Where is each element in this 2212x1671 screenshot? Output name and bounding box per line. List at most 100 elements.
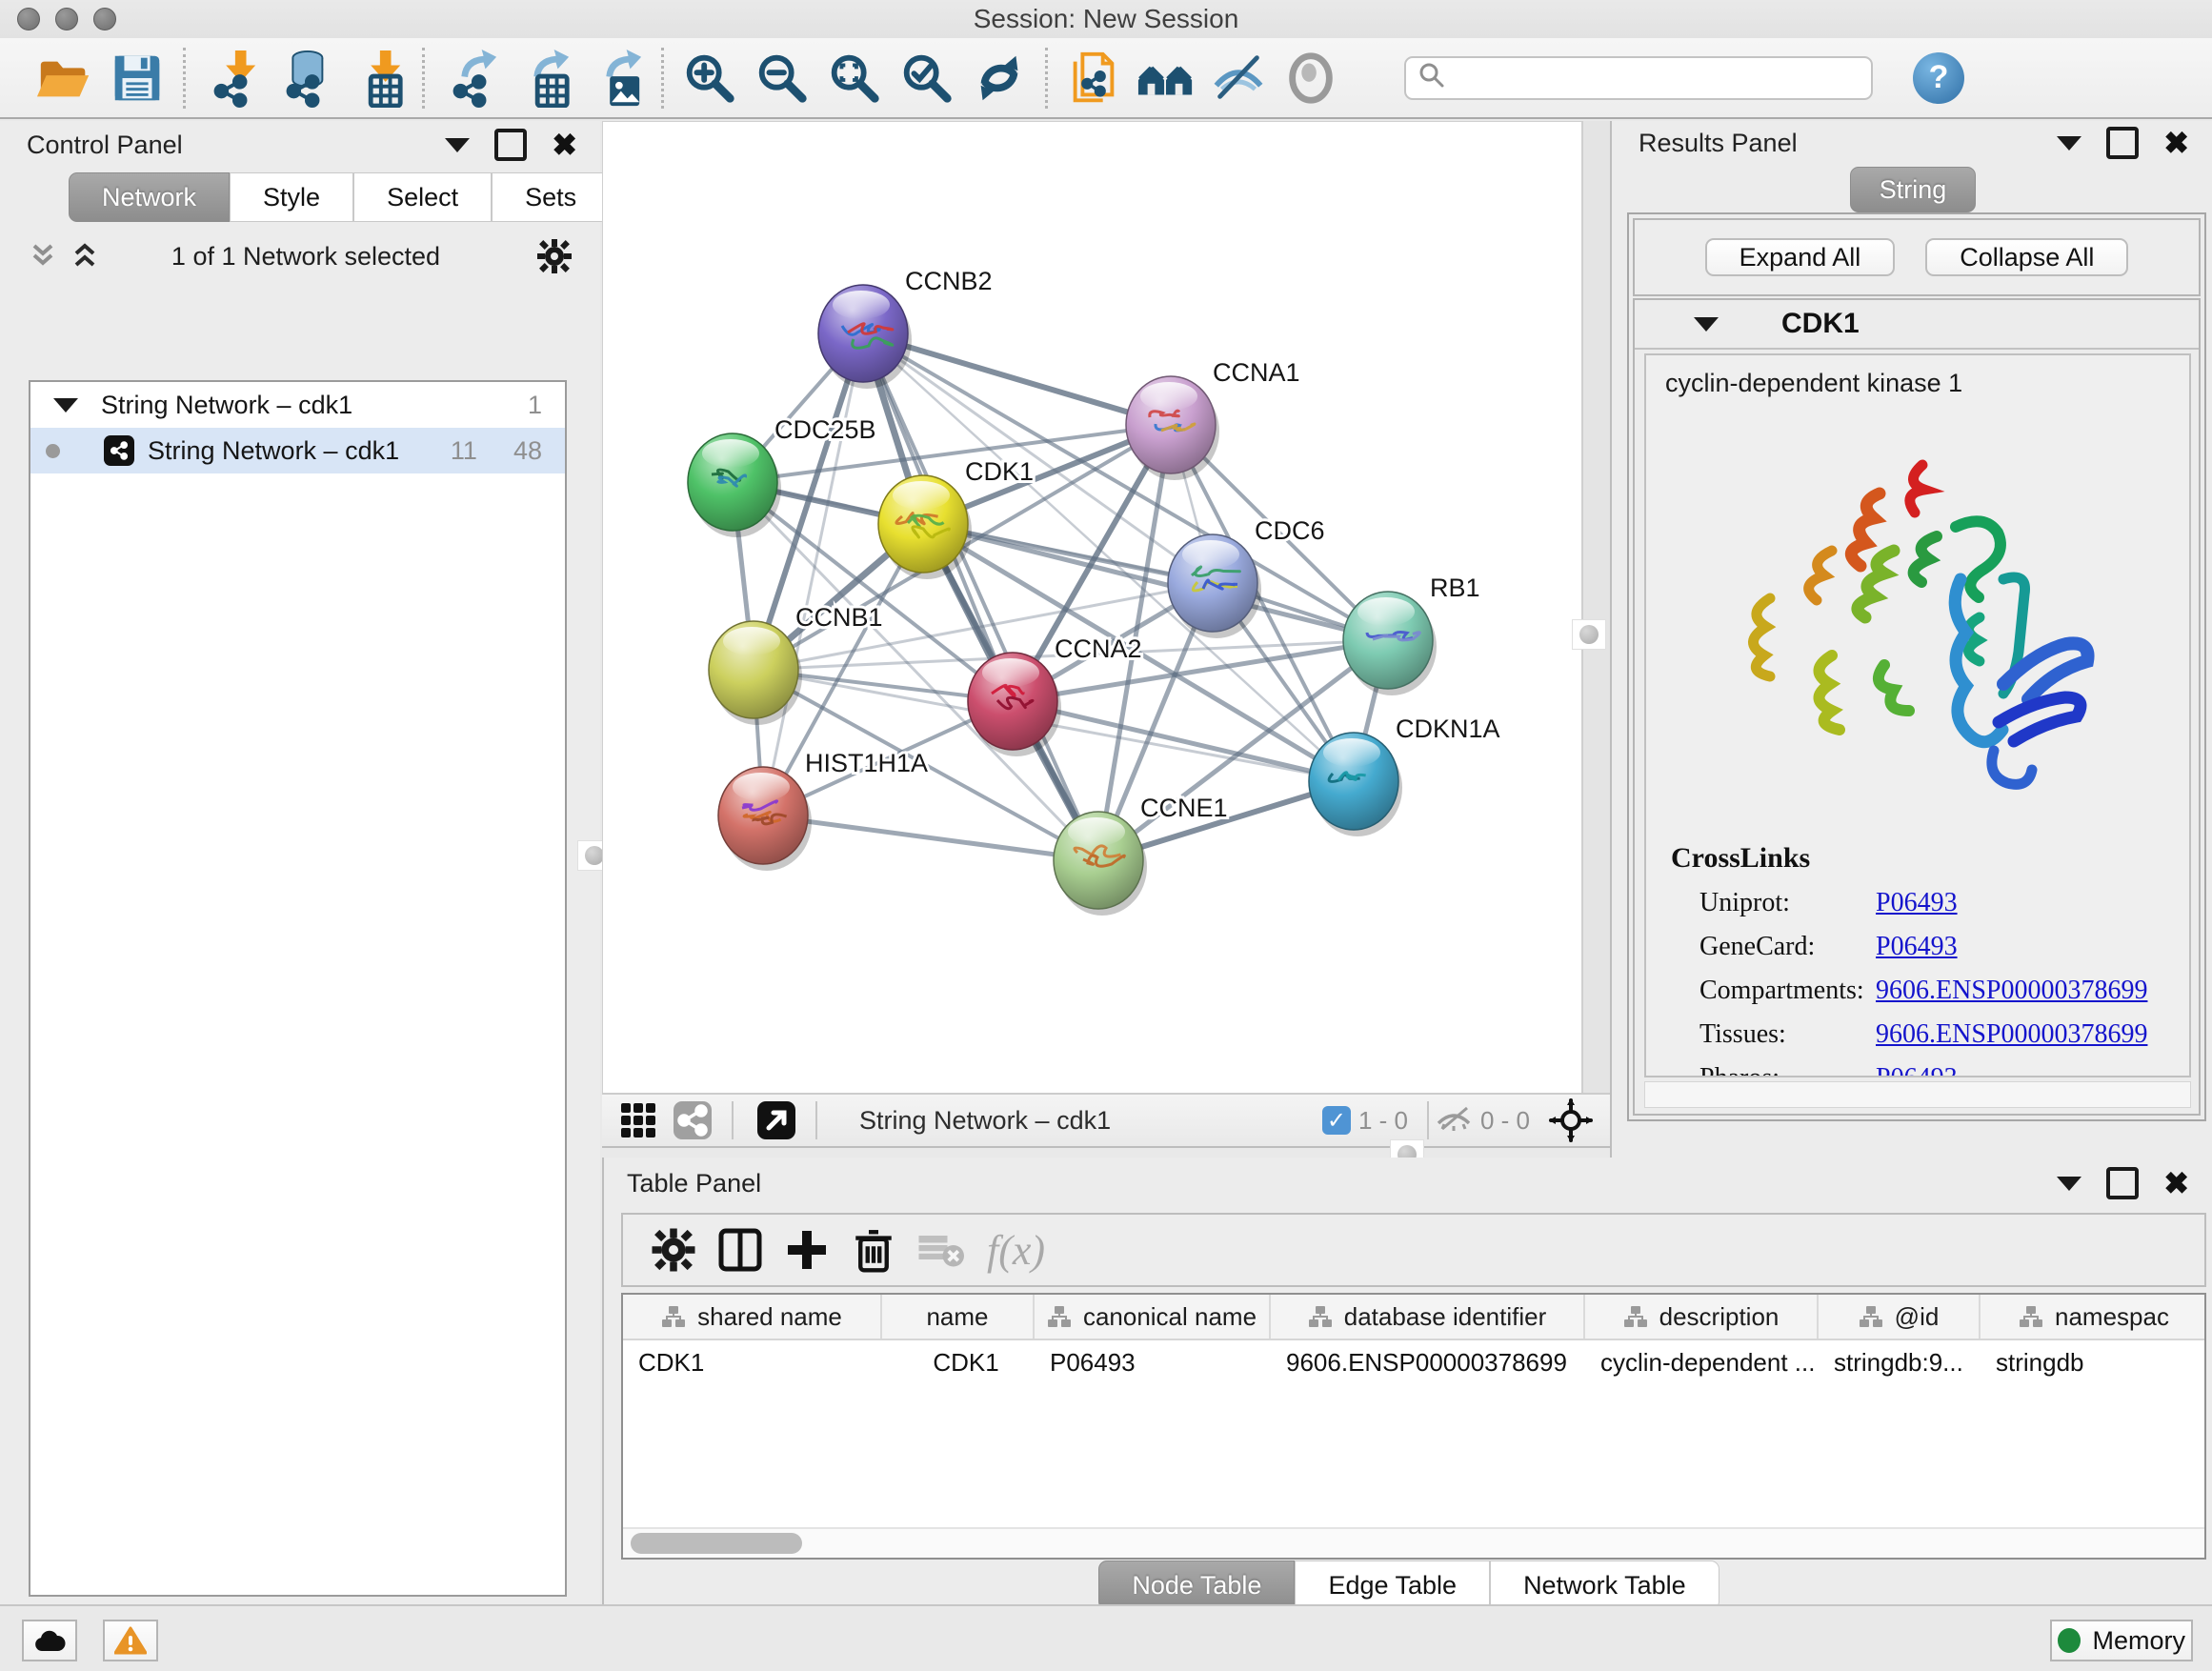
panel-float-button[interactable] xyxy=(2106,127,2139,159)
tab-style[interactable]: Style xyxy=(230,172,353,222)
zoom-in-button[interactable] xyxy=(674,44,746,112)
tab-edge-table[interactable]: Edge Table xyxy=(1295,1560,1490,1610)
node-table[interactable]: shared namenamecanonical namedatabase id… xyxy=(621,1293,2206,1560)
crosslink-link[interactable]: 9606.ENSP00000378699 xyxy=(1876,976,2147,1006)
show-graphics-details-button[interactable] xyxy=(1275,44,1347,112)
scrollbar-thumb[interactable] xyxy=(631,1533,802,1554)
selected-checkbox[interactable]: ✓ xyxy=(1322,1106,1351,1135)
export-table-button[interactable] xyxy=(507,44,579,112)
import-table-button[interactable] xyxy=(340,44,412,112)
delete-table-button[interactable] xyxy=(907,1219,974,1280)
double-chevron-up-icon xyxy=(69,240,101,272)
apply-layout-button[interactable] xyxy=(963,44,1036,112)
help-button[interactable]: ? xyxy=(1913,52,1964,104)
network-canvas[interactable]: CCNB2 CCNA1 CDC25B CDK1 CDC6 RB1 CCNB1 xyxy=(602,121,1583,1095)
import-network-database-button[interactable] xyxy=(268,44,340,112)
table-options-gear-button[interactable] xyxy=(640,1219,707,1280)
close-icon: ✖ xyxy=(2163,128,2189,158)
show-columns-button[interactable] xyxy=(707,1219,774,1280)
export-network-button[interactable] xyxy=(434,44,507,112)
panel-close-button[interactable]: ✖ xyxy=(552,130,577,160)
panel-menu-button[interactable] xyxy=(2057,1177,2081,1191)
expand-all-networks-button[interactable] xyxy=(69,240,101,272)
detach-view-button[interactable] xyxy=(756,1100,796,1140)
crosslink-link[interactable]: 9606.ENSP00000378699 xyxy=(1876,1019,2147,1050)
save-session-button[interactable] xyxy=(101,44,173,112)
cloud-status-button[interactable] xyxy=(22,1620,77,1661)
node-label-CCNA1: CCNA1 xyxy=(1213,358,1300,387)
tab-network-table[interactable]: Network Table xyxy=(1490,1560,1719,1610)
node-label-CCNA2: CCNA2 xyxy=(1055,634,1142,663)
main-toolbar: ? xyxy=(0,38,2212,119)
import-network-file-button[interactable] xyxy=(195,44,268,112)
network-node-CCNB2[interactable] xyxy=(818,285,912,389)
create-column-button[interactable] xyxy=(774,1219,840,1280)
node-label-CCNE1: CCNE1 xyxy=(1140,794,1228,822)
hidden-eye-icon[interactable] xyxy=(1435,1102,1473,1139)
column-header-name[interactable]: name xyxy=(882,1295,1035,1339)
warnings-button[interactable] xyxy=(103,1620,158,1661)
open-session-button[interactable] xyxy=(29,44,101,112)
crosslink-link[interactable]: P06493 xyxy=(1876,1063,1958,1077)
collapse-node-icon[interactable] xyxy=(1694,317,1719,332)
tab-string[interactable]: String xyxy=(1850,167,1977,212)
network-node-CDK1[interactable] xyxy=(878,475,972,579)
panel-close-button[interactable]: ✖ xyxy=(2163,128,2189,158)
function-builder-icon[interactable]: f(x) xyxy=(987,1226,1045,1275)
column-header-sharedname[interactable]: shared name xyxy=(623,1295,882,1339)
first-neighbors-button[interactable] xyxy=(1130,44,1202,112)
panel-close-button[interactable]: ✖ xyxy=(2163,1168,2189,1198)
network-collection-row[interactable]: String Network – cdk1 1 xyxy=(30,382,565,428)
network-node-RB1[interactable] xyxy=(1343,592,1437,695)
crosslink-link[interactable]: P06493 xyxy=(1876,932,1958,962)
panel-menu-button[interactable] xyxy=(2057,136,2081,151)
network-node-HIST1H1A[interactable] xyxy=(718,767,812,871)
crosslink-label: Uniprot: xyxy=(1699,888,1876,918)
network-node-CDKN1A[interactable] xyxy=(1309,733,1402,836)
zoom-out-button[interactable] xyxy=(746,44,818,112)
network-row-selected[interactable]: String Network – cdk1 11 48 xyxy=(30,428,565,473)
zoom-selected-button[interactable] xyxy=(891,44,963,112)
tree-expander-icon[interactable] xyxy=(53,398,78,413)
node-description: cyclin-dependent kinase 1 xyxy=(1665,369,2189,398)
fit-content-button[interactable] xyxy=(1549,1098,1593,1142)
search-input[interactable] xyxy=(1454,62,1871,93)
network-node-CDC6[interactable] xyxy=(1168,534,1261,638)
panel-float-button[interactable] xyxy=(494,129,527,161)
table-horizontal-scrollbar[interactable] xyxy=(623,1527,2204,1558)
memory-button[interactable]: Memory xyxy=(2050,1620,2193,1661)
tab-network[interactable]: Network xyxy=(69,172,230,222)
plus-icon xyxy=(783,1226,831,1274)
panel-float-button[interactable] xyxy=(2106,1167,2139,1199)
network-node-CCNE1[interactable] xyxy=(1054,812,1147,916)
double-chevron-down-icon xyxy=(27,240,59,272)
column-header-description[interactable]: description xyxy=(1585,1295,1819,1339)
network-status-dot xyxy=(46,444,60,458)
network-node-CCNA1[interactable] xyxy=(1126,376,1219,480)
right-splitter-handle[interactable] xyxy=(1572,619,1606,650)
export-image-button[interactable] xyxy=(579,44,652,112)
collapse-all-networks-button[interactable] xyxy=(27,240,59,272)
hide-selected-button[interactable] xyxy=(1202,44,1275,112)
panel-menu-button[interactable] xyxy=(445,138,470,152)
details-scrollbar[interactable] xyxy=(1644,1081,2191,1108)
tab-sets[interactable]: Sets xyxy=(492,172,610,222)
expand-all-button[interactable]: Expand All xyxy=(1705,238,1896,276)
crosslink-link[interactable]: P06493 xyxy=(1876,888,1958,918)
table-row[interactable]: CDK1CDK1P064939606.ENSP00000378699cyclin… xyxy=(623,1340,2204,1384)
view-grid-button[interactable] xyxy=(619,1101,657,1139)
network-options-gear-button[interactable] xyxy=(535,237,573,275)
column-header-canonicalname[interactable]: canonical name xyxy=(1035,1295,1271,1339)
network-from-file-share-button[interactable] xyxy=(1057,44,1130,112)
delete-column-button[interactable] xyxy=(840,1219,907,1280)
network-node-CDC25B[interactable] xyxy=(688,433,781,537)
string-view-button[interactable] xyxy=(673,1100,713,1140)
column-header-databaseidentifier[interactable]: database identifier xyxy=(1271,1295,1585,1339)
tab-select[interactable]: Select xyxy=(353,172,492,222)
zoom-fit-button[interactable] xyxy=(818,44,891,112)
tab-node-table[interactable]: Node Table xyxy=(1098,1560,1295,1610)
collapse-all-button[interactable]: Collapse All xyxy=(1925,238,2128,276)
column-header-id[interactable]: @id xyxy=(1819,1295,1981,1339)
column-header-namespac[interactable]: namespac xyxy=(1981,1295,2206,1339)
float-window-icon xyxy=(2106,127,2139,159)
